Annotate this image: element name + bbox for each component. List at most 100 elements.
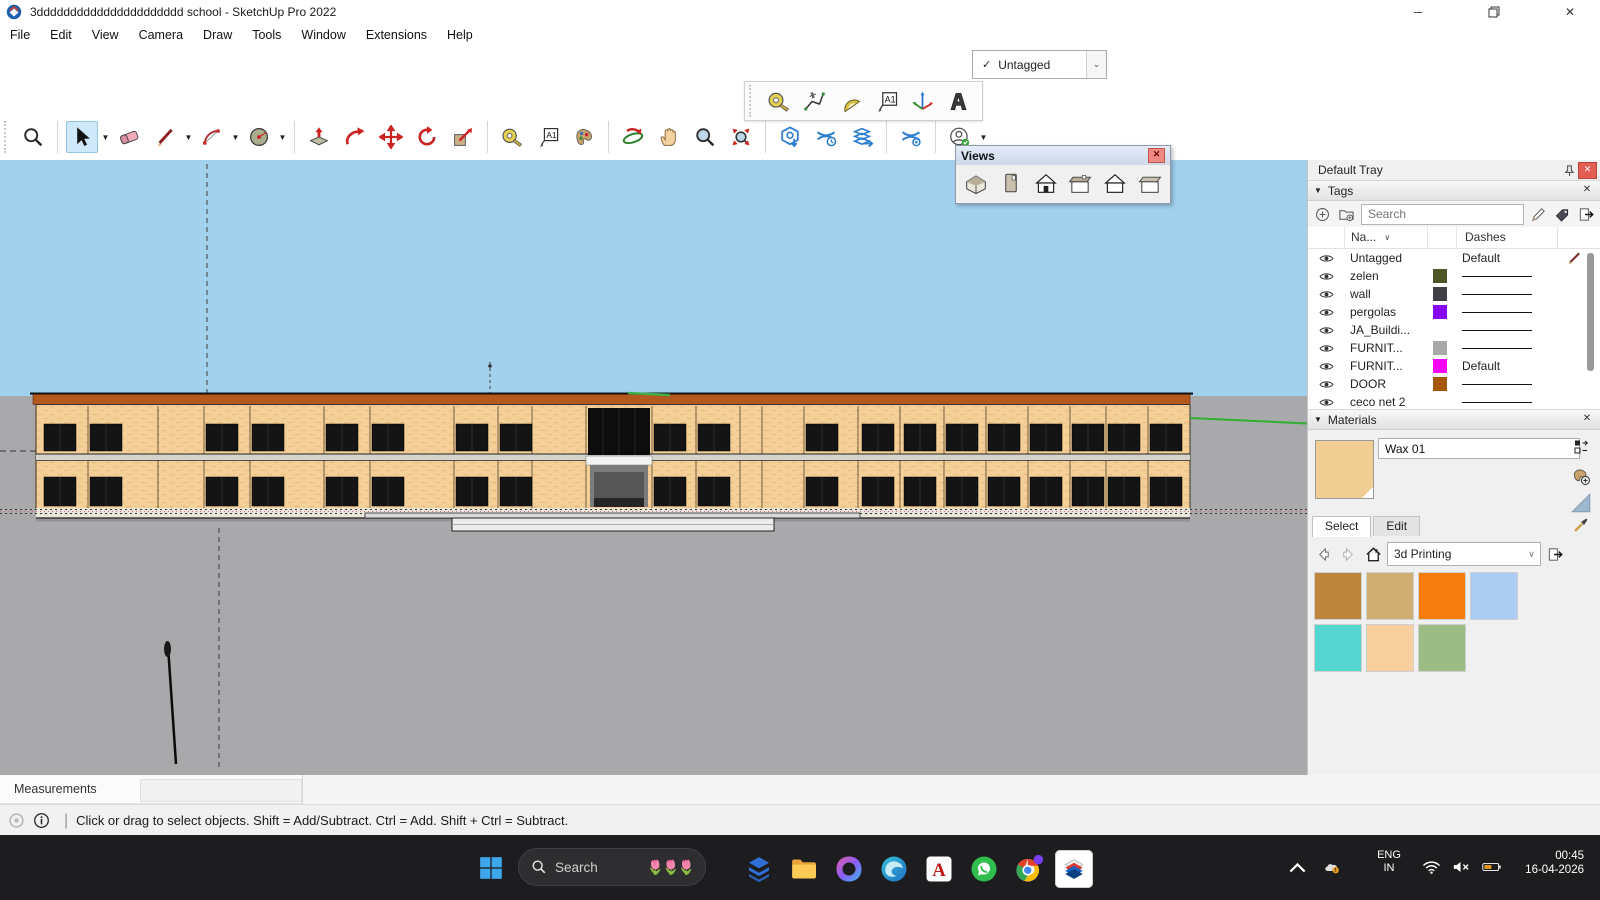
collection-details-arrow-icon[interactable]: [1544, 543, 1566, 565]
pencil-tool[interactable]: [149, 121, 181, 153]
visibility-eye-icon[interactable]: [1308, 361, 1344, 372]
tape-measure-tool[interactable]: [762, 85, 794, 117]
share-component-tool[interactable]: [846, 121, 878, 153]
name-column-header[interactable]: Na...∨: [1345, 227, 1428, 248]
zoom-select-tool[interactable]: [17, 121, 49, 153]
protractor-tool[interactable]: [834, 85, 866, 117]
material-swatch[interactable]: [1366, 572, 1414, 620]
axes-tool[interactable]: [906, 85, 938, 117]
tab-select[interactable]: Select: [1312, 516, 1371, 537]
select-arrow-dropdown-caret[interactable]: ▼: [100, 122, 111, 152]
tag-row[interactable]: UntaggedDefault: [1308, 249, 1600, 267]
visibility-eye-icon[interactable]: [1308, 253, 1344, 264]
tag-dash-style[interactable]: [1454, 402, 1554, 403]
purge-tags-icon[interactable]: [1553, 205, 1572, 224]
tags-search-input[interactable]: [1361, 204, 1524, 225]
material-name-field[interactable]: [1378, 438, 1580, 459]
move-tool[interactable]: [375, 121, 407, 153]
tag-color-swatch[interactable]: [1426, 269, 1454, 283]
tag-dash-style[interactable]: [1454, 384, 1554, 385]
push-pull-tool[interactable]: [303, 121, 335, 153]
views-close-button[interactable]: ✕: [1148, 148, 1165, 163]
credits-info-icon[interactable]: [33, 812, 50, 829]
visibility-eye-icon[interactable]: [1308, 379, 1344, 390]
material-swatch[interactable]: [1366, 624, 1414, 672]
material-swatch[interactable]: [1418, 572, 1466, 620]
material-swatch[interactable]: [1470, 572, 1518, 620]
restore-button[interactable]: [1482, 0, 1506, 24]
eraser-tool[interactable]: [113, 121, 145, 153]
taskbar-app-trimble[interactable]: [740, 850, 778, 888]
tag-row[interactable]: pergolas: [1308, 303, 1600, 321]
menu-window[interactable]: Window: [291, 28, 355, 42]
taskbar-app-chrome[interactable]: [1010, 850, 1048, 888]
geolocation-icon[interactable]: [8, 812, 25, 829]
pencil-dropdown-caret[interactable]: ▼: [183, 122, 194, 152]
tag-color-swatch[interactable]: [1426, 341, 1454, 355]
clock[interactable]: 00:45 16-04-2026: [1525, 849, 1584, 877]
select-arrow-tool[interactable]: [66, 121, 98, 153]
menu-tools[interactable]: Tools: [242, 28, 291, 42]
wifi-icon[interactable]: [1420, 858, 1442, 876]
tag-dash-style[interactable]: [1454, 294, 1554, 295]
menu-extensions[interactable]: Extensions: [356, 28, 437, 42]
share-model-tool[interactable]: [810, 121, 842, 153]
taskbar-app-edge[interactable]: [875, 850, 913, 888]
arc-dropdown-caret[interactable]: ▼: [230, 122, 241, 152]
edit-pencil-icon[interactable]: [1529, 205, 1548, 224]
tag-row[interactable]: JA_Buildi...: [1308, 321, 1600, 339]
dimension-tool[interactable]: [798, 85, 830, 117]
material-collection-select[interactable]: 3d Printing ∨: [1387, 542, 1541, 566]
view-top-button[interactable]: [995, 168, 1028, 198]
pin-icon[interactable]: [1560, 162, 1578, 178]
menu-help[interactable]: Help: [437, 28, 483, 42]
taskbar-search[interactable]: Search 🌷🌷🌷: [518, 848, 706, 886]
tag-row[interactable]: wall: [1308, 285, 1600, 303]
view-left-button[interactable]: [1133, 168, 1166, 198]
dashes-column-header[interactable]: Dashes: [1457, 227, 1558, 248]
tag-dash-style[interactable]: [1454, 312, 1554, 313]
tag-color-swatch[interactable]: [1426, 377, 1454, 391]
tag-dash-style[interactable]: [1454, 348, 1554, 349]
3d-text-tool[interactable]: [942, 85, 974, 117]
menu-edit[interactable]: Edit: [40, 28, 82, 42]
paint-bucket-tool[interactable]: [568, 121, 600, 153]
tag-dash-style[interactable]: Default: [1454, 251, 1554, 265]
tag-row[interactable]: ceco net 2: [1308, 393, 1600, 409]
measurements-input[interactable]: [140, 779, 302, 802]
start-button[interactable]: [474, 851, 508, 885]
toolbar-grip[interactable]: [4, 121, 11, 153]
tag-details-arrow-icon[interactable]: [1577, 205, 1596, 224]
menu-file[interactable]: File: [0, 28, 40, 42]
tray-close-button[interactable]: ✕: [1578, 162, 1597, 179]
model-viewport[interactable]: [0, 160, 1307, 775]
taskbar-app-explorer[interactable]: [785, 850, 823, 888]
language-indicator[interactable]: ENG IN: [1372, 849, 1406, 875]
chevron-down-icon[interactable]: ⌄: [1086, 51, 1106, 78]
menu-camera[interactable]: Camera: [129, 28, 193, 42]
visibility-eye-icon[interactable]: [1308, 307, 1344, 318]
follow-me-tool[interactable]: [339, 121, 371, 153]
add-tag-folder-icon[interactable]: [1337, 205, 1356, 224]
tab-edit[interactable]: Edit: [1373, 516, 1420, 536]
tag-row[interactable]: FURNIT...Default: [1308, 357, 1600, 375]
pan-tool[interactable]: [653, 121, 685, 153]
taskbar-app-copilot[interactable]: [830, 850, 868, 888]
collapse-triangle-icon[interactable]: ▼: [1314, 415, 1322, 424]
materials-close-button[interactable]: ✕: [1579, 412, 1595, 427]
tape-measure-tool[interactable]: [496, 121, 528, 153]
visibility-eye-icon[interactable]: [1308, 397, 1344, 408]
material-preview[interactable]: [1315, 440, 1374, 499]
tag-row[interactable]: DOOR: [1308, 375, 1600, 393]
tags-scrollbar[interactable]: [1587, 253, 1594, 371]
view-iso-button[interactable]: [960, 168, 993, 198]
menu-view[interactable]: View: [82, 28, 129, 42]
tag-filter-combo[interactable]: ✓ Untagged ⌄: [972, 50, 1107, 79]
minimize-button[interactable]: ─: [1406, 0, 1430, 24]
volume-muted-icon[interactable]: [1448, 858, 1472, 876]
zoom-extents-tool[interactable]: [725, 121, 757, 153]
tag-dash-style[interactable]: [1454, 330, 1554, 331]
sample-paint-icon[interactable]: [1572, 516, 1592, 536]
scale-tool[interactable]: [447, 121, 479, 153]
3d-warehouse-tool[interactable]: [774, 121, 806, 153]
